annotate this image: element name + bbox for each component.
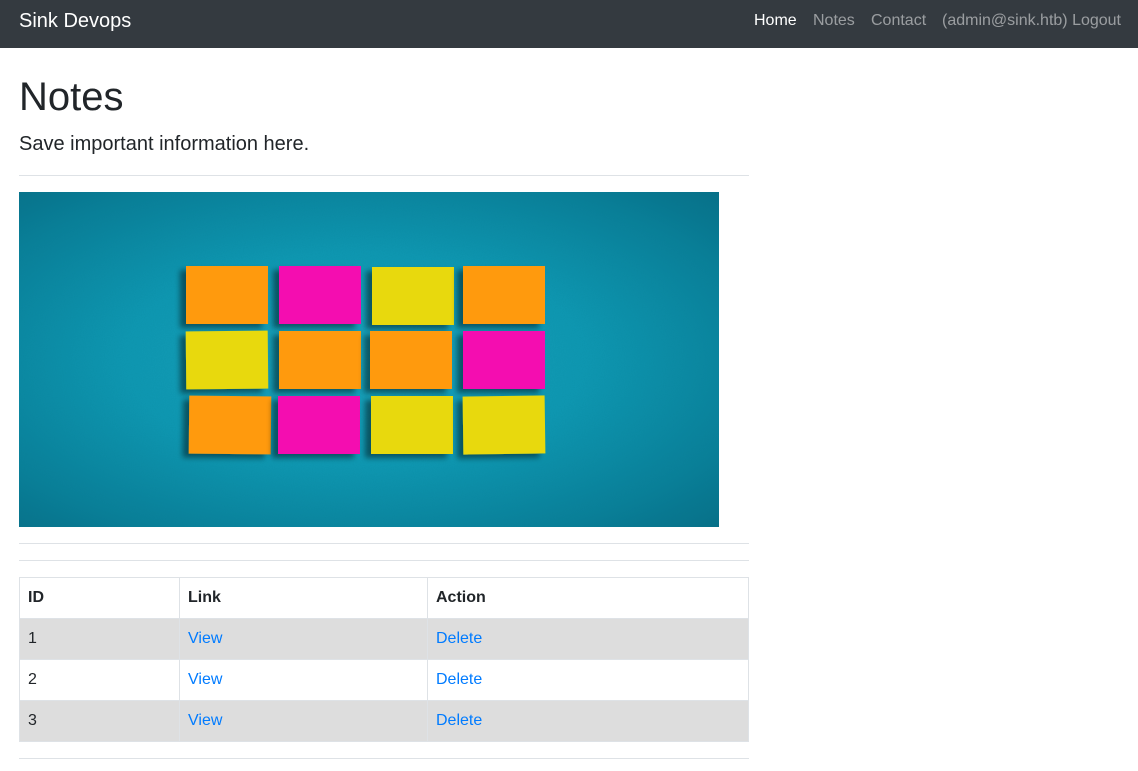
column-header-link: Link [179,577,428,619]
action-cell: Delete [427,700,749,742]
page-lead: Save important information here. [19,133,310,155]
wall-texture [19,192,719,527]
link-cell: View [179,659,428,701]
table-row: 2 View Delete [19,659,749,701]
delete-link[interactable]: Delete [436,712,482,729]
notes-table: ID Link Action 1 View Delete 2 View Dele… [19,577,749,742]
link-cell: View [179,700,428,742]
view-link[interactable]: View [188,630,222,647]
sticky-note [186,266,268,324]
sticky-note [185,330,269,390]
divider [19,560,749,561]
sticky-note [279,331,361,389]
table-header-row: ID Link Action [19,577,749,619]
sticky-note [278,396,360,454]
nav-logout-link[interactable]: (admin@sink.htb) Logout [942,11,1121,31]
divider [19,758,749,759]
sticky-notes-svg [19,192,719,527]
view-link[interactable]: View [188,671,222,688]
sticky-note [279,266,361,324]
divider [19,543,749,544]
nav-home-link[interactable]: Home [754,11,797,31]
sticky-note [463,266,545,324]
page-title: Notes [19,75,124,119]
sticky-notes-image [19,192,719,527]
note-id: 2 [19,659,180,701]
column-header-id: ID [19,577,180,619]
delete-link[interactable]: Delete [436,630,482,647]
note-id: 3 [19,700,180,742]
column-header-action: Action [427,577,749,619]
sticky-note [371,396,453,454]
nav-notes-link[interactable]: Notes [813,11,855,31]
link-cell: View [179,618,428,660]
sticky-note [370,331,452,389]
sticky-note [188,395,272,455]
table-row: 3 View Delete [19,700,749,742]
view-link[interactable]: View [188,712,222,729]
action-cell: Delete [427,618,749,660]
action-cell: Delete [427,659,749,701]
brand-link[interactable]: Sink Devops [19,9,131,33]
sticky-note [462,395,546,455]
divider [19,175,749,176]
nav-contact-link[interactable]: Contact [871,11,926,31]
top-navbar: Sink Devops Home Notes Contact (admin@si… [0,0,1138,48]
note-id: 1 [19,618,180,660]
sticky-note [372,267,454,325]
delete-link[interactable]: Delete [436,671,482,688]
sticky-note [463,331,545,389]
table-row: 1 View Delete [19,618,749,660]
